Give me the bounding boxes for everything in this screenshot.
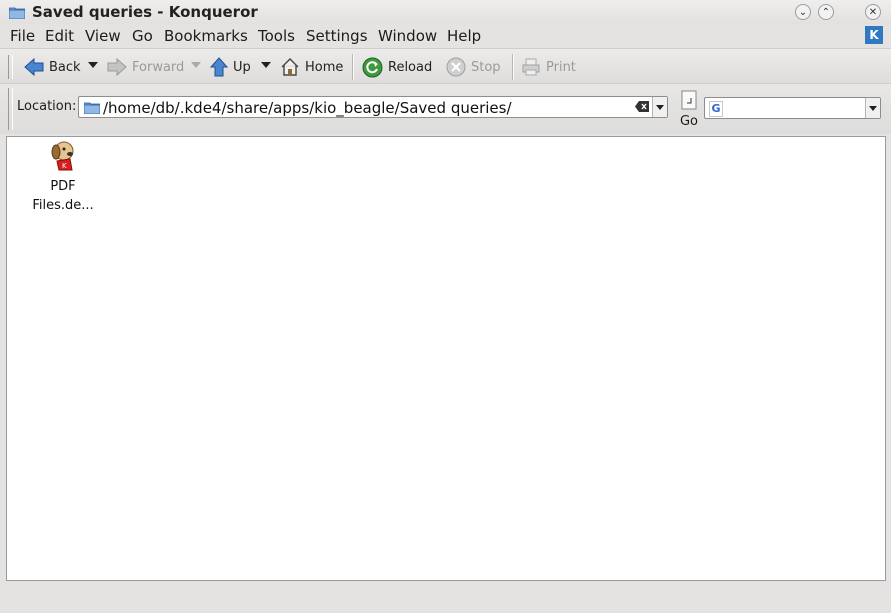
close-button[interactable]: ✕ (865, 4, 881, 20)
google-icon: G (709, 101, 723, 117)
menu-window[interactable]: Window (378, 27, 437, 45)
go-label: Go (679, 114, 699, 129)
folder-icon (84, 102, 100, 114)
print-button[interactable]: Print (521, 56, 576, 78)
close-icon: ✕ (868, 6, 878, 18)
location-history-dropdown[interactable] (652, 97, 667, 117)
back-history-dropdown[interactable] (88, 62, 98, 68)
arrow-left-icon (24, 58, 44, 76)
menu-tools[interactable]: Tools (258, 27, 295, 45)
file-name-line2: Files.de... (32, 198, 94, 213)
file-view[interactable]: K PDF Files.de... (6, 136, 886, 581)
menu-edit[interactable]: Edit (45, 27, 74, 45)
back-label: Back (49, 59, 81, 75)
stop-label: Stop (471, 59, 501, 75)
beagle-dog-icon: K (51, 141, 74, 171)
window-title: Saved queries - Konqueror (32, 3, 258, 21)
up-label: Up (233, 59, 251, 75)
menu-file[interactable]: File (10, 27, 35, 45)
toolbar-grip[interactable] (8, 55, 13, 79)
menu-settings[interactable]: Settings (306, 27, 368, 45)
konqueror-window: Saved queries - Konqueror ⌄ ⌃ ✕ File Edi… (0, 0, 891, 613)
forward-history-dropdown[interactable] (191, 62, 201, 68)
chevron-down-icon: ⌄ (798, 6, 808, 18)
back-button[interactable]: Back (24, 56, 81, 78)
location-path: /home/db/.kde4/share/apps/kio_beagle/Sav… (103, 99, 512, 117)
web-search-input[interactable]: G (704, 97, 881, 119)
menu-view[interactable]: View (85, 27, 121, 45)
forward-label: Forward (132, 59, 185, 75)
maximize-button[interactable]: ⌃ (818, 4, 834, 20)
print-label: Print (546, 59, 576, 75)
stop-button[interactable]: Stop (446, 56, 501, 78)
forward-button[interactable]: Forward (107, 56, 184, 78)
location-input[interactable]: /home/db/.kde4/share/apps/kio_beagle/Sav… (78, 96, 668, 118)
up-dropdown[interactable] (261, 62, 271, 68)
location-toolbar-grip[interactable] (8, 88, 13, 130)
title-bar[interactable]: Saved queries - Konqueror ⌄ ⌃ ✕ (0, 0, 891, 24)
location-toolbar: Location: /home/db/.kde4/share/apps/kio_… (0, 84, 891, 134)
folder-icon (9, 7, 25, 19)
reload-icon (362, 57, 383, 77)
go-icon (681, 90, 697, 110)
reload-button[interactable]: Reload (362, 56, 432, 78)
main-toolbar: Back Forward Up Home Reload Stop Print (0, 48, 891, 84)
home-icon (281, 58, 299, 76)
home-label: Home (305, 59, 344, 75)
status-bar (0, 583, 891, 613)
arrow-up-icon (210, 57, 228, 77)
toolbar-separator (352, 54, 354, 80)
toolbar-separator (512, 54, 514, 80)
up-button[interactable]: Up (210, 56, 251, 78)
printer-icon (522, 58, 540, 76)
chevron-up-icon: ⌃ (821, 6, 831, 18)
home-button[interactable]: Home (280, 56, 343, 78)
menu-help[interactable]: Help (447, 27, 481, 45)
search-provider-dropdown[interactable] (865, 98, 880, 118)
file-name-line1: PDF (50, 179, 76, 194)
go-button[interactable]: Go (677, 90, 701, 130)
svg-text:K: K (62, 162, 67, 170)
kde-logo-icon[interactable]: K (865, 26, 883, 44)
menu-bookmarks[interactable]: Bookmarks (164, 27, 248, 45)
arrow-right-icon (107, 58, 127, 76)
file-item[interactable]: K PDF Files.de... (21, 139, 105, 215)
menu-go[interactable]: Go (132, 27, 153, 45)
minimize-button[interactable]: ⌄ (795, 4, 811, 20)
location-label: Location: (17, 99, 77, 114)
clear-text-icon[interactable] (635, 101, 649, 112)
reload-label: Reload (388, 59, 433, 75)
menu-bar: File Edit View Go Bookmarks Tools Settin… (0, 25, 891, 47)
stop-icon (446, 57, 466, 77)
